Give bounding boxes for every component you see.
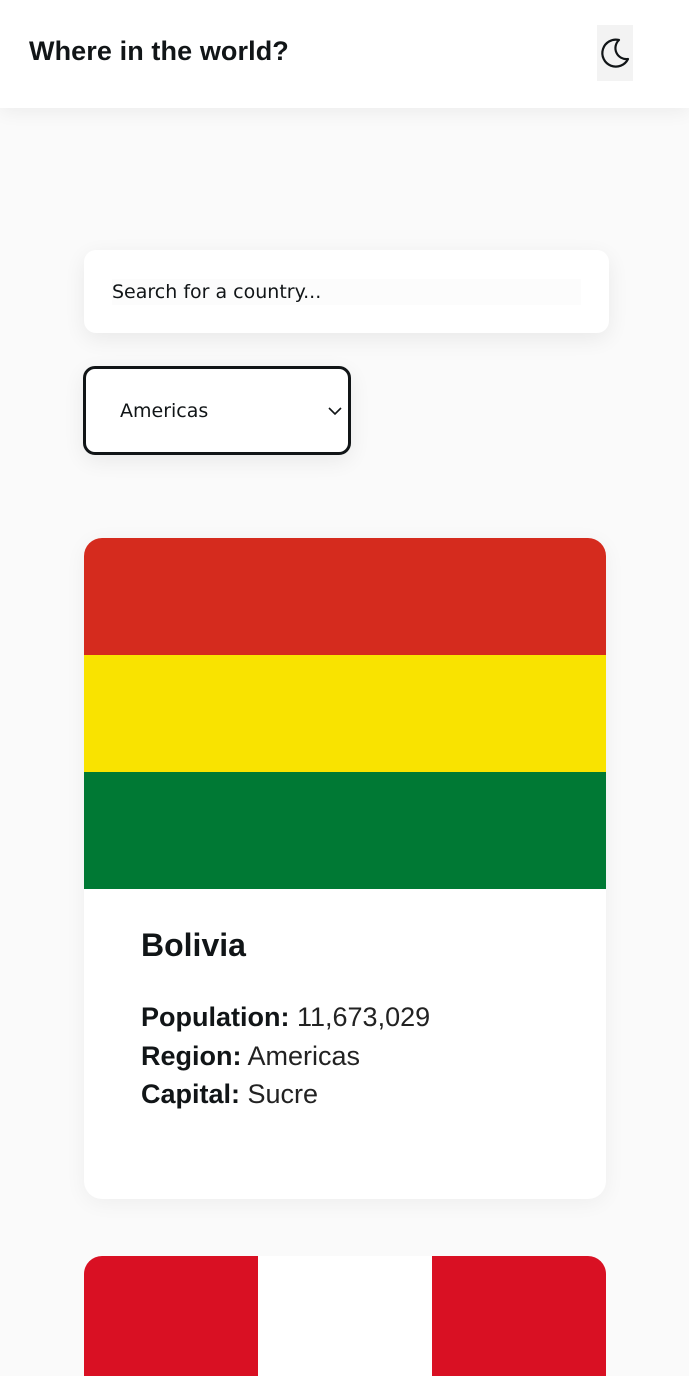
capital-row: Capital: Sucre	[141, 1075, 550, 1114]
country-card-next[interactable]	[84, 1256, 606, 1376]
region-row: Region: Americas	[141, 1037, 550, 1076]
region-value: Americas	[247, 1040, 361, 1071]
search-input[interactable]	[112, 278, 581, 305]
app-title: Where in the world?	[29, 35, 289, 66]
capital-label: Capital:	[141, 1079, 241, 1109]
dark-mode-toggle[interactable]	[597, 25, 633, 81]
region-label: Region:	[141, 1040, 242, 1071]
top-bar: Where in the world?	[0, 0, 689, 108]
flag-stripe-middle	[84, 655, 606, 772]
flag-stripe-center	[258, 1256, 432, 1376]
chevron-down-icon	[328, 406, 342, 415]
country-card[interactable]: Bolivia Population: 11,673,029 Region: A…	[84, 538, 606, 1199]
region-filter-select[interactable]: Americas	[83, 366, 351, 455]
country-info: Bolivia Population: 11,673,029 Region: A…	[84, 889, 606, 1114]
flag-stripe-top	[84, 538, 606, 655]
flag-stripe-right	[432, 1256, 606, 1376]
population-row: Population: 11,673,029	[141, 998, 550, 1037]
capital-value: Sucre	[247, 1079, 319, 1109]
population-value: 11,673,029	[297, 1002, 431, 1032]
flag-stripe-left	[84, 1256, 258, 1376]
region-filter-value: Americas	[120, 399, 209, 422]
search-box[interactable]	[84, 250, 609, 333]
country-name: Bolivia	[141, 927, 246, 963]
moon-icon	[601, 38, 630, 68]
flag-stripe-bottom	[84, 772, 606, 889]
country-flag	[84, 538, 606, 889]
population-label: Population:	[141, 1002, 290, 1032]
